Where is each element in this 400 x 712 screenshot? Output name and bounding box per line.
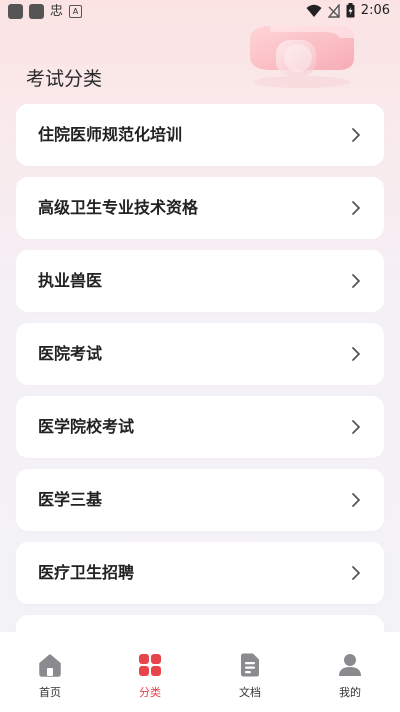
category-item-label: 医学三基: [38, 490, 103, 509]
nav-label-profile: 我的: [339, 686, 361, 699]
decorative-3d-illustration: [250, 26, 354, 88]
category-item-label: 高级卫生专业技术资格: [38, 198, 199, 217]
category-list: 住院医师规范化培训 高级卫生专业技术资格 执业兽医 医院考试 医学院校考试 医学…: [16, 104, 384, 688]
status-time: 2:06: [360, 3, 390, 18]
chevron-right-icon: [352, 493, 360, 507]
category-item-label: 住院医师规范化培训: [38, 125, 183, 144]
category-item[interactable]: 住院医师规范化培训: [16, 104, 384, 166]
category-item-label: 执业兽医: [38, 271, 103, 290]
status-bar-left: 忠 A: [8, 4, 83, 19]
category-grid-icon: [139, 654, 161, 676]
user-icon: [339, 654, 361, 676]
nav-label-category: 分类: [139, 686, 161, 699]
category-item-label: 医院考试: [38, 344, 103, 363]
bottom-nav: 首页 分类 文档 我的: [0, 632, 400, 712]
home-icon: [39, 654, 61, 677]
notification-app-icon: [29, 4, 44, 19]
nav-item-documents[interactable]: 文档: [200, 632, 300, 712]
notification-badge-icon: A: [69, 5, 83, 18]
notification-glyph: 忠: [50, 4, 64, 19]
category-item[interactable]: 执业兽医: [16, 250, 384, 312]
nav-item-home[interactable]: 首页: [0, 632, 100, 712]
nav-item-profile[interactable]: 我的: [300, 632, 400, 712]
category-item[interactable]: 医疗卫生招聘: [16, 542, 384, 604]
notification-app-icon: [8, 4, 23, 19]
category-item[interactable]: 医院考试: [16, 323, 384, 385]
chevron-right-icon: [352, 201, 360, 215]
chevron-right-icon: [352, 566, 360, 580]
chevron-right-icon: [352, 347, 360, 361]
document-icon: [241, 653, 259, 677]
chevron-right-icon: [352, 274, 360, 288]
chevron-right-icon: [352, 128, 360, 142]
category-item[interactable]: 医学院校考试: [16, 396, 384, 458]
category-item-label: 医学院校考试: [38, 417, 135, 436]
category-item-label: 医疗卫生招聘: [38, 563, 135, 582]
chevron-right-icon: [352, 420, 360, 434]
nav-label-documents: 文档: [239, 686, 261, 699]
page-title: 考试分类: [26, 68, 103, 90]
nav-label-home: 首页: [39, 686, 61, 699]
category-item[interactable]: 医学三基: [16, 469, 384, 531]
nav-item-category[interactable]: 分类: [100, 632, 200, 712]
category-item[interactable]: 高级卫生专业技术资格: [16, 177, 384, 239]
